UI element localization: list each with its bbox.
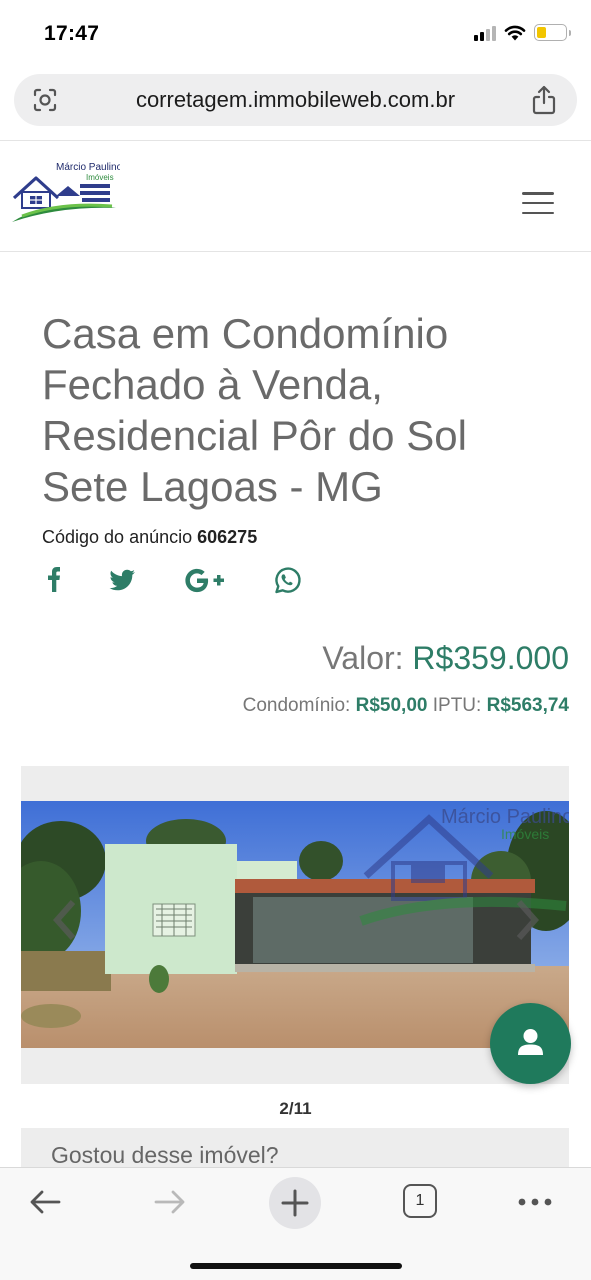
google-plus-icon[interactable] — [184, 566, 230, 596]
divider — [0, 140, 591, 141]
watermark-tagline: Imóveis — [501, 826, 549, 842]
browser-toolbar: 1 — [0, 1167, 591, 1280]
price-label: Valor: — [322, 640, 404, 676]
new-tab-icon — [281, 1189, 309, 1217]
fees-line: Condomínio: R$50,00 IPTU: R$563,74 — [243, 695, 569, 717]
status-time: 17:47 — [44, 22, 100, 45]
whatsapp-icon[interactable] — [272, 565, 304, 595]
wifi-icon — [504, 25, 526, 41]
site-logo[interactable]: Márcio Paulino Imóveis — [10, 158, 120, 230]
more-button[interactable] — [510, 1182, 560, 1222]
iptu-label: IPTU: — [432, 695, 482, 716]
watermark-name: Márcio Paulino — [441, 806, 569, 828]
battery-icon — [534, 24, 571, 41]
condo-value: R$50,00 — [355, 695, 428, 716]
person-icon — [518, 1029, 543, 1055]
contact-button[interactable] — [490, 1003, 571, 1084]
more-icon — [518, 1198, 552, 1206]
listing-code-label: Código do anúncio — [42, 527, 193, 547]
next-photo-icon[interactable] — [515, 898, 539, 942]
photo-gallery[interactable]: Márcio Paulino Imóveis — [21, 766, 569, 1084]
listing-code: Código do anúncio 606275 — [42, 527, 257, 548]
divider — [0, 251, 591, 252]
status-bar: 17:47 — [0, 0, 591, 70]
back-icon — [30, 1190, 61, 1214]
price-value: R$359.000 — [412, 640, 569, 676]
facebook-icon[interactable] — [38, 564, 70, 594]
house-photo-image: Márcio Paulino Imóveis — [21, 801, 569, 1048]
signal-icon — [474, 25, 496, 41]
logo-text-tagline: Imóveis — [86, 173, 114, 182]
photo-counter: 2/11 — [279, 1099, 312, 1118]
twitter-icon[interactable] — [106, 566, 138, 596]
forward-button[interactable] — [145, 1182, 195, 1222]
url-text[interactable]: corretagem.immobileweb.com.br — [14, 87, 577, 113]
battery-level — [537, 27, 546, 38]
logo-text-name: Márcio Paulino — [56, 162, 120, 173]
listing-code-value: 606275 — [197, 527, 258, 547]
address-bar[interactable]: corretagem.immobileweb.com.br — [14, 74, 577, 126]
previous-photo-icon[interactable] — [53, 898, 77, 942]
new-tab-button[interactable] — [269, 1177, 321, 1229]
home-indicator — [190, 1263, 402, 1269]
tabs-icon[interactable]: 1 — [403, 1184, 437, 1218]
price-line: Valor: R$359.000 — [322, 640, 569, 677]
hamburger-icon[interactable] — [522, 192, 554, 214]
share-icon[interactable] — [531, 85, 557, 115]
status-icons — [474, 24, 571, 41]
listing-title: Casa em Condomínio Fechado à Venda, Resi… — [42, 310, 467, 510]
condo-label: Condomínio: — [242, 695, 351, 716]
iptu-value: R$563,74 — [486, 695, 569, 716]
listing-photo[interactable]: Márcio Paulino Imóveis — [21, 801, 569, 1048]
interest-heading: Gostou desse imóvel? — [51, 1142, 279, 1168]
back-button[interactable] — [20, 1182, 70, 1222]
forward-icon — [154, 1190, 185, 1214]
